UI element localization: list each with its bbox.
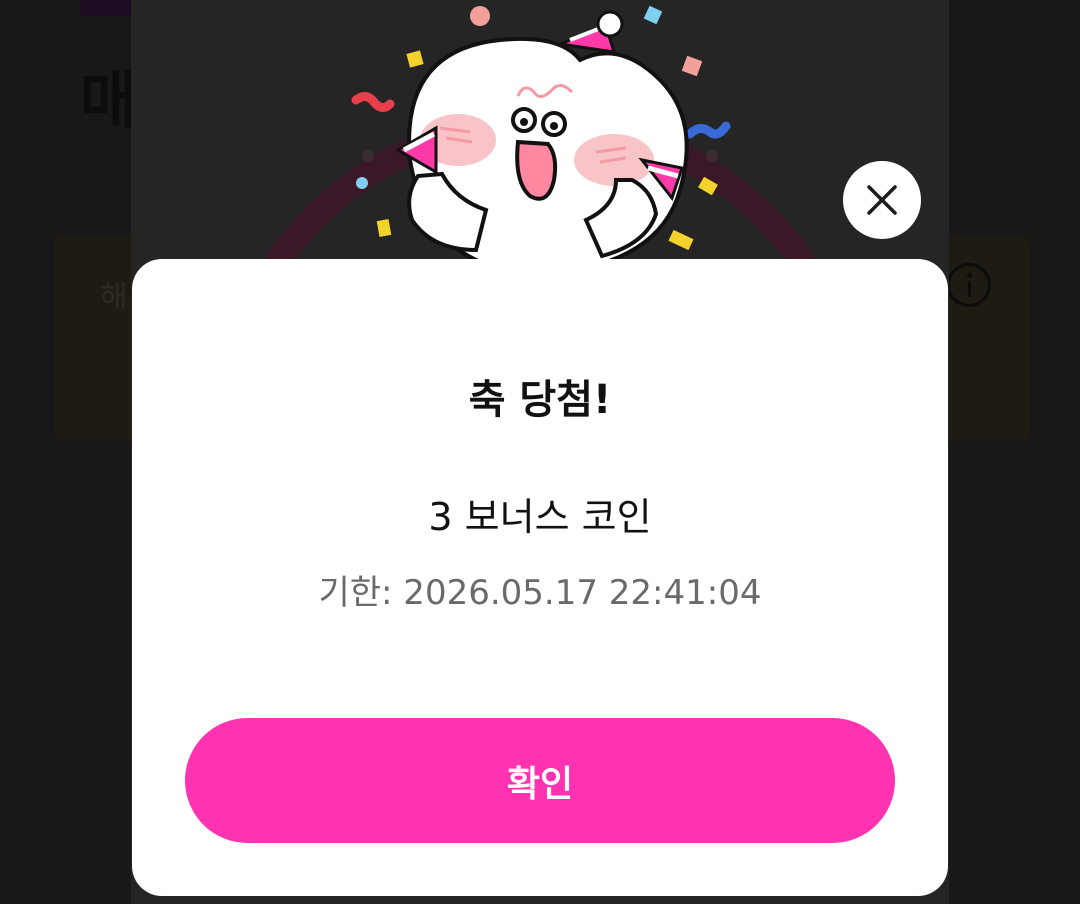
close-icon: [867, 185, 897, 215]
modal-title: 축 당첨!: [468, 377, 612, 423]
background-card-label: 해: [100, 280, 128, 315]
celebrating-mascot-illustration: [351, 5, 731, 262]
info-icon: [947, 263, 991, 307]
close-button[interactable]: [843, 161, 921, 239]
page-title: 매: [80, 64, 138, 137]
reward-amount: 3 보너스 코인: [428, 495, 652, 539]
confirm-button[interactable]: 확인: [185, 718, 895, 843]
screen: 매 해 축 당첨! 3 보너스 코인 기한: 2026.05.17 22:41:…: [0, 0, 1080, 904]
expiry-date: 기한: 2026.05.17 22:41:04: [318, 573, 762, 613]
